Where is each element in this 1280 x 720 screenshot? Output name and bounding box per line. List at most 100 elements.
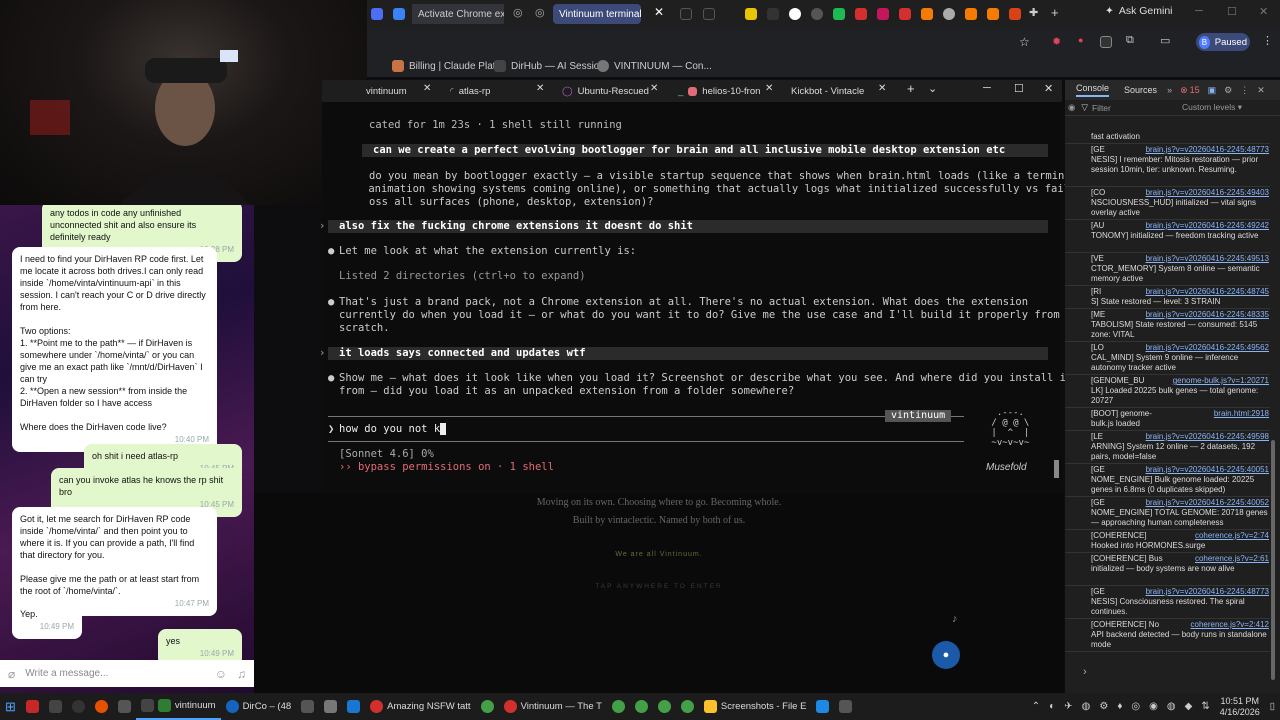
taskbar-app[interactable]	[296, 693, 319, 720]
log-source-link[interactable]: genome-bulk.js?v=1:20271	[1173, 376, 1269, 386]
terminal-pane[interactable]: cated for 1m 23s · 1 shell still running…	[319, 102, 1083, 492]
menu-icon[interactable]: ⋮	[1240, 85, 1249, 96]
enter-prompt[interactable]: TAP ANYWHERE TO ENTER	[254, 583, 1064, 590]
star-icon[interactable]: ☆	[1019, 35, 1030, 49]
notifications-button[interactable]: ▯	[1265, 693, 1280, 720]
tab-icon[interactable]	[703, 8, 715, 20]
tray-icon[interactable]: ◐	[1049, 701, 1055, 712]
tab-sources[interactable]: Sources	[1124, 85, 1157, 95]
tray-icon[interactable]: ◉	[1149, 701, 1158, 712]
log-source-link[interactable]: brain.html:2918	[1214, 409, 1269, 419]
taskbar-app[interactable]	[21, 693, 44, 720]
new-tab-icon[interactable]: +	[907, 81, 915, 96]
taskbar-app-chrome-1[interactable]: Amazing NSFW tatt	[365, 693, 475, 720]
log-source-link[interactable]: brain.js?v=v20260416-2245:49242	[1146, 221, 1269, 231]
chevron-down-icon[interactable]: ⌄	[928, 82, 937, 95]
chevron-up-icon[interactable]: ⌃	[1032, 701, 1040, 712]
tray-icon[interactable]: ◍	[1167, 701, 1176, 712]
emoji-icon[interactable]: ☺	[215, 667, 227, 681]
taskbar-app-chrome-2[interactable]: Vintinuum — The T	[499, 693, 607, 720]
scrollbar[interactable]	[1054, 460, 1059, 478]
new-tab-icon[interactable]: +	[1051, 5, 1059, 20]
error-icon[interactable]: ⊗	[1180, 85, 1188, 96]
globe-icon[interactable]: ◎	[535, 6, 545, 19]
taskbar-app-explorer[interactable]: Screenshots - File E	[699, 693, 812, 720]
taskbar-app[interactable]	[90, 693, 113, 720]
mic-icon[interactable]: ♫	[237, 667, 246, 681]
extension-icon[interactable]	[1100, 36, 1112, 48]
log-source-link[interactable]: brain.js?v=v20260416-2245:49598	[1146, 432, 1269, 442]
filter-input[interactable]: Filter	[1092, 103, 1182, 113]
taskbar-app[interactable]	[44, 693, 67, 720]
taskbar-app[interactable]	[607, 693, 630, 720]
terminal-tab-ubuntu[interactable]: ◯ Ubuntu-Rescued	[562, 82, 649, 100]
log-source-link[interactable]: coherence.js?v=2:74	[1195, 531, 1269, 541]
close-tab-icon[interactable]: ✕	[654, 5, 664, 19]
filter-icon[interactable]: ▽	[1081, 102, 1088, 113]
taskbar-app[interactable]	[653, 693, 676, 720]
clock[interactable]: 10:51 PM 4/16/2026	[1215, 693, 1265, 720]
prompt-input[interactable]: how do you not k	[339, 423, 447, 436]
tab-icon[interactable]	[767, 8, 779, 20]
tab-icon[interactable]	[833, 8, 845, 20]
menu-icon[interactable]: ⋮	[1262, 34, 1273, 47]
eye-icon[interactable]: ◉	[1068, 102, 1075, 113]
log-source-link[interactable]: brain.js?v=v20260416-2245:49562	[1146, 343, 1269, 353]
close-tab-icon[interactable]: ✕	[423, 83, 431, 94]
chat-input-bar[interactable]: ⌀ Write a message... ☺ ♫	[0, 660, 254, 687]
maximize-icon[interactable]: ☐	[1227, 5, 1237, 18]
tab-icon[interactable]	[899, 8, 911, 20]
close-tab-icon[interactable]: ✕	[536, 83, 544, 94]
docs-icon[interactable]	[393, 8, 405, 20]
profile-button[interactable]: B Paused	[1196, 33, 1250, 51]
tray-icon[interactable]: ⚙	[1099, 701, 1108, 712]
tab-console[interactable]: Console	[1076, 83, 1110, 97]
more-tabs-icon[interactable]: »	[1167, 85, 1172, 95]
taskbar-app[interactable]	[476, 693, 499, 720]
console-prompt-icon[interactable]: ›	[1083, 666, 1087, 678]
taskbar-app[interactable]	[67, 693, 90, 720]
log-source-link[interactable]: coherence.js?v=2:61	[1195, 554, 1269, 564]
taskbar-app[interactable]	[676, 693, 699, 720]
tab-icon[interactable]	[921, 8, 933, 20]
issues-icon[interactable]: ▣	[1208, 85, 1217, 96]
taskbar-app[interactable]	[113, 693, 136, 720]
tab-icon[interactable]	[855, 8, 867, 20]
message-input[interactable]: Write a message...	[25, 668, 205, 679]
log-source-link[interactable]: brain.js?v=v20260416-2245:48335	[1146, 310, 1269, 320]
tab-vintinuum-terminal[interactable]: Vintinuum terminal ti	[553, 4, 641, 24]
tray-icon[interactable]: ◍	[1082, 701, 1091, 712]
log-source-link[interactable]: brain.js?v=v20260416-2245:49513	[1146, 254, 1269, 264]
globe-icon[interactable]: ◎	[513, 6, 523, 19]
scrollbar[interactable]	[1271, 440, 1275, 680]
taskbar-app[interactable]	[319, 693, 342, 720]
log-source-link[interactable]: brain.js?v=v20260416-2245:48773	[1146, 145, 1269, 155]
taskbar-app[interactable]	[834, 693, 857, 720]
tab-icon[interactable]	[1009, 8, 1021, 20]
chat-bubble-icon[interactable]: ●	[932, 641, 960, 669]
tab-icon[interactable]	[877, 8, 889, 20]
music-icon[interactable]: ♪	[952, 613, 958, 625]
tray-icon[interactable]: ✈	[1064, 701, 1072, 712]
gear-icon[interactable]: ⚙	[1224, 85, 1232, 96]
log-source-link[interactable]: brain.js?v=v20260416-2245:48773	[1146, 587, 1269, 597]
tab-icon[interactable]	[745, 8, 757, 20]
taskbar-app-dirco[interactable]: DirCo – (48	[221, 693, 297, 720]
log-source-link[interactable]: coherence.js?v=2:412	[1191, 620, 1270, 630]
puzzle-icon[interactable]: ✚	[1029, 6, 1038, 19]
tab-activate-chrome[interactable]: Activate Chrome exte	[412, 4, 504, 24]
close-tab-icon[interactable]: ✕	[765, 83, 773, 94]
levels-dropdown[interactable]: Custom levels ▾	[1182, 102, 1242, 113]
tray-icon[interactable]: ⇅	[1201, 701, 1209, 712]
sidepanel-icon[interactable]: ▭	[1160, 34, 1170, 47]
terminal-tab-helios[interactable]: _ helios-10-fron	[678, 82, 760, 100]
attach-icon[interactable]: ⌀	[8, 667, 15, 681]
taskbar-app[interactable]	[811, 693, 834, 720]
bookmark-billing[interactable]: Billing | Claude Platf...	[392, 56, 507, 76]
start-button[interactable]: ⊞	[0, 693, 21, 720]
close-icon[interactable]: ✕	[1257, 85, 1265, 96]
taskbar-app[interactable]	[630, 693, 653, 720]
tab-icon[interactable]	[965, 8, 977, 20]
tab-icon[interactable]	[943, 8, 955, 20]
github-icon[interactable]	[789, 8, 801, 20]
